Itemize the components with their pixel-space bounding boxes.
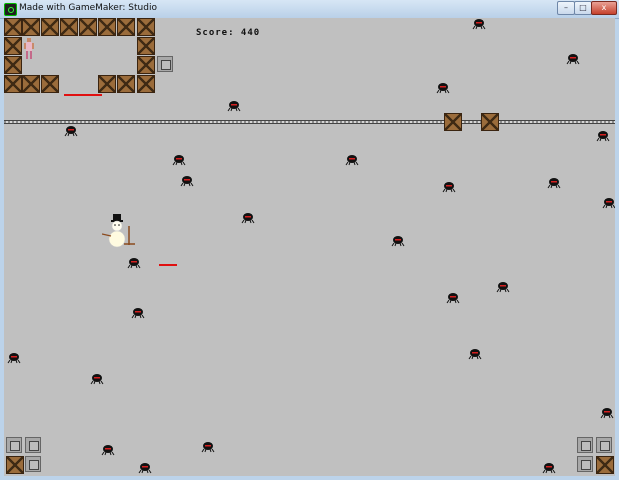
spider-icon	[172, 155, 186, 166]
crate-icon	[117, 18, 135, 36]
spider-icon	[180, 176, 194, 187]
spider-icon	[602, 198, 615, 209]
crate-icon	[444, 113, 462, 131]
crate-icon	[98, 18, 116, 36]
crate-icon	[41, 75, 59, 93]
crate-icon	[117, 75, 135, 93]
metal-block-icon	[577, 456, 593, 472]
spider-icon	[345, 155, 359, 166]
crate-icon	[137, 37, 155, 55]
spider-icon	[496, 282, 510, 293]
red-laser-line	[64, 94, 102, 96]
crate-icon	[137, 18, 155, 36]
crate-icon	[79, 18, 97, 36]
crate-icon	[481, 113, 499, 131]
crate-icon	[596, 456, 614, 474]
spider-icon	[64, 126, 78, 137]
spider-icon	[131, 308, 145, 319]
metal-block-icon	[25, 437, 41, 453]
spider-icon	[101, 445, 115, 456]
crate-icon	[41, 18, 59, 36]
spider-icon	[547, 178, 561, 189]
rail-track	[4, 120, 615, 124]
crate-icon	[4, 18, 22, 36]
stickman-icon	[24, 38, 34, 59]
gamemaker-app-icon	[4, 3, 17, 16]
crate-icon	[22, 18, 40, 36]
snowman-icon	[102, 214, 135, 248]
crate-icon	[137, 56, 155, 74]
metal-block-icon	[596, 437, 612, 453]
spider-icon	[90, 374, 104, 385]
minimize-button[interactable]: –	[557, 1, 575, 15]
spider-icon	[138, 463, 152, 474]
spider-icon	[446, 293, 460, 304]
spider-icon	[600, 408, 614, 419]
spider-icon	[472, 19, 486, 30]
spider-icon	[442, 182, 456, 193]
spider-icon	[391, 236, 405, 247]
crate-icon	[4, 56, 22, 74]
spider-icon	[566, 54, 580, 65]
metal-block-icon	[157, 56, 173, 72]
spider-icon	[127, 258, 141, 269]
close-button[interactable]: x	[591, 1, 617, 15]
crate-icon	[4, 75, 22, 93]
crate-icon	[6, 456, 24, 474]
maximize-button[interactable]: □	[574, 1, 592, 15]
crate-icon	[60, 18, 78, 36]
spider-icon	[542, 463, 556, 474]
spider-icon	[436, 83, 450, 94]
red-laser-line	[159, 264, 177, 266]
crate-icon	[4, 37, 22, 55]
crate-icon	[98, 75, 116, 93]
spider-icon	[227, 101, 241, 112]
crate-icon	[137, 75, 155, 93]
score-display: Score: 440	[196, 28, 261, 38]
metal-block-icon	[6, 437, 22, 453]
spider-icon	[468, 349, 482, 360]
spider-icon	[241, 213, 255, 224]
window-titlebar[interactable]: Made with GameMaker: Studio – □ x	[0, 0, 619, 19]
spider-icon	[7, 353, 21, 364]
spider-icon	[596, 131, 610, 142]
game-canvas[interactable]: Score: 440	[4, 18, 615, 476]
window-title: Made with GameMaker: Studio	[19, 3, 157, 13]
metal-block-icon	[577, 437, 593, 453]
metal-block-icon	[25, 456, 41, 472]
spider-icon	[201, 442, 215, 453]
crate-icon	[22, 75, 40, 93]
